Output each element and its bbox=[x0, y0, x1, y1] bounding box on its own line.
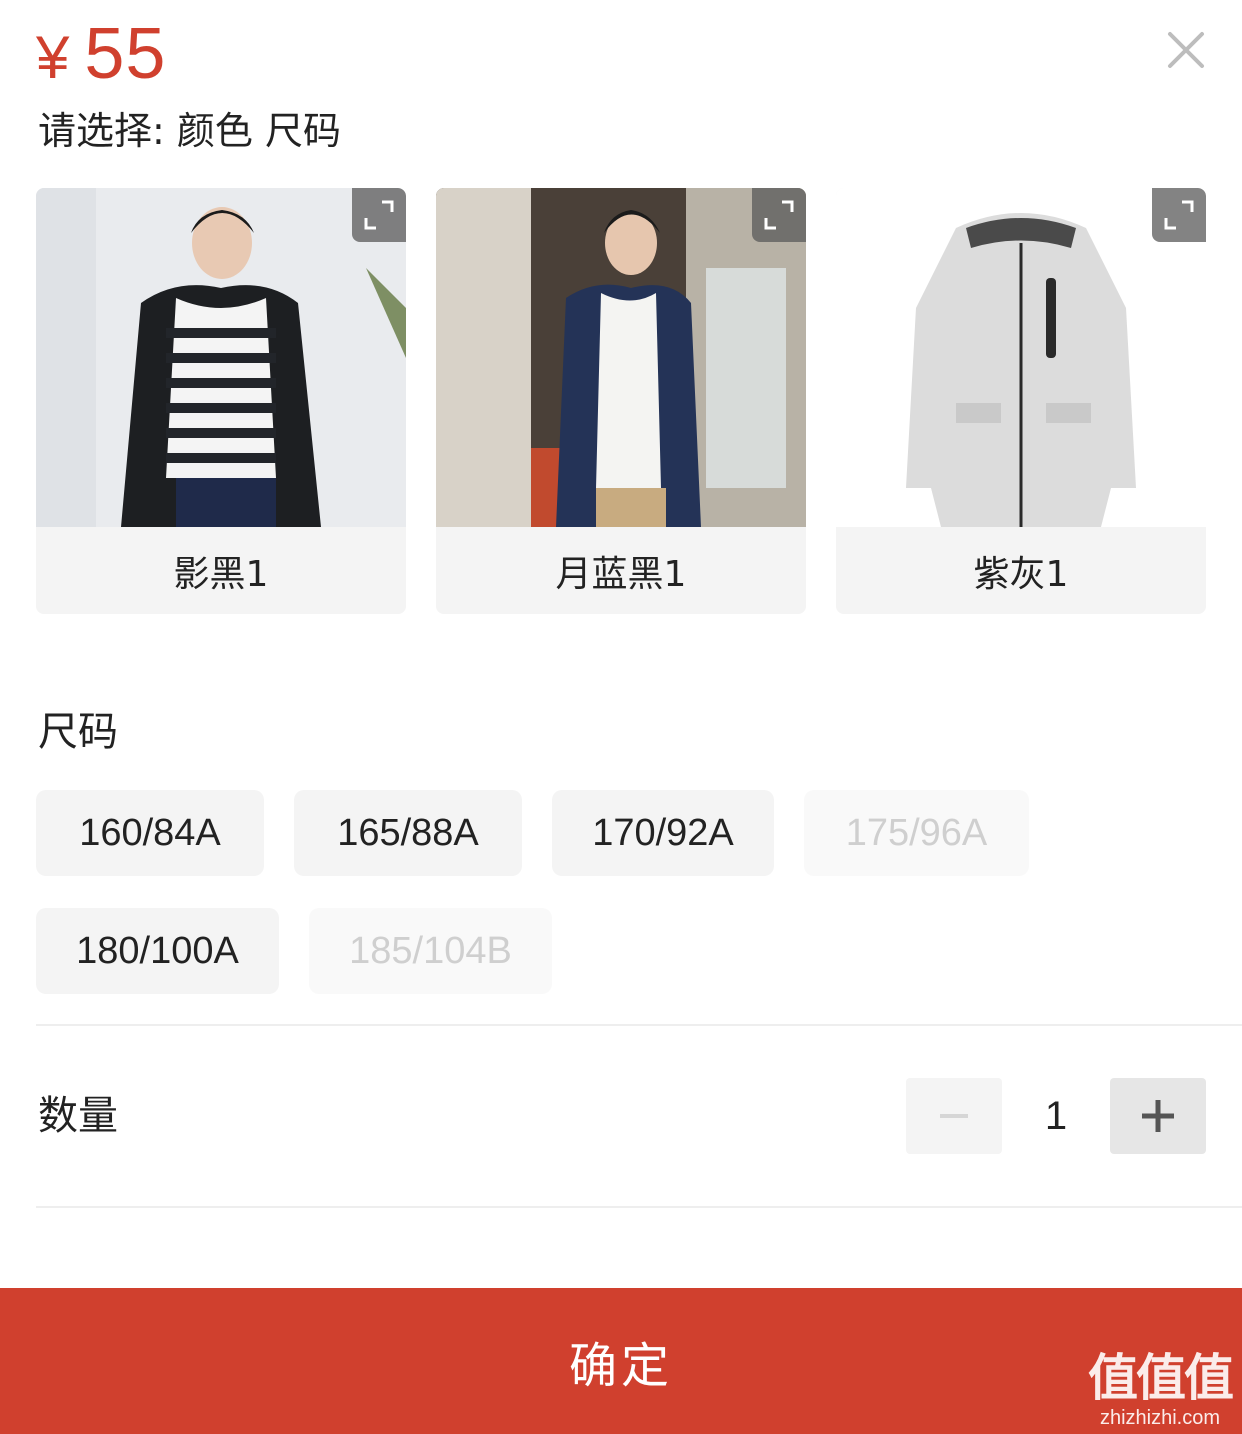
expand-icon bbox=[364, 200, 394, 230]
expand-icon bbox=[764, 200, 794, 230]
divider bbox=[36, 1206, 1242, 1208]
minus-icon bbox=[940, 1114, 968, 1118]
product-image-gray-jacket bbox=[836, 188, 1206, 527]
expand-icon bbox=[1164, 200, 1194, 230]
color-label: 紫灰1 bbox=[836, 527, 1206, 614]
close-button[interactable] bbox=[1158, 22, 1214, 78]
plus-icon bbox=[1142, 1100, 1174, 1132]
size-option-175-96a-disabled: 175/96A bbox=[804, 790, 1029, 876]
quantity-decrease-button[interactable] bbox=[906, 1078, 1002, 1154]
expand-image-button[interactable] bbox=[352, 188, 406, 242]
currency-symbol: ¥ bbox=[36, 24, 71, 91]
quantity-increase-button[interactable] bbox=[1110, 1078, 1206, 1154]
color-option-moon-blue-black[interactable]: 月蓝黑1 bbox=[436, 188, 806, 614]
expand-image-button[interactable] bbox=[752, 188, 806, 242]
confirm-label: 确定 bbox=[568, 1338, 673, 1394]
divider bbox=[36, 1024, 1242, 1026]
size-option-180-100a[interactable]: 180/100A bbox=[36, 908, 279, 994]
watermark: 值值值 zhizhizhi.com bbox=[1088, 1349, 1234, 1430]
color-label: 影黑1 bbox=[36, 527, 406, 614]
product-image-navy-jacket bbox=[436, 188, 806, 527]
confirm-button[interactable]: 确定 bbox=[0, 1288, 1242, 1434]
size-option-165-88a[interactable]: 165/88A bbox=[294, 790, 522, 876]
size-option-160-84a[interactable]: 160/84A bbox=[36, 790, 264, 876]
price-value: 55 bbox=[84, 14, 167, 94]
selection-prompt: 请选择: 颜色 尺码 bbox=[38, 109, 341, 153]
quantity-label: 数量 bbox=[38, 1093, 118, 1139]
quantity-value: 1 bbox=[1044, 1093, 1068, 1138]
close-icon bbox=[1168, 32, 1204, 68]
color-option-purple-gray[interactable]: 紫灰1 bbox=[836, 188, 1206, 614]
product-image-black-jacket bbox=[36, 188, 406, 527]
expand-image-button[interactable] bbox=[1152, 188, 1206, 242]
color-label: 月蓝黑1 bbox=[436, 527, 806, 614]
watermark-url: zhizhizhi.com bbox=[1099, 1407, 1221, 1429]
size-option-170-92a[interactable]: 170/92A bbox=[552, 790, 774, 876]
price: ¥55 bbox=[36, 14, 166, 98]
watermark-logo: 值值值 bbox=[1088, 1349, 1234, 1407]
color-option-shadow-black[interactable]: 影黑1 bbox=[36, 188, 406, 614]
size-section-title: 尺码 bbox=[38, 709, 118, 755]
size-option-185-104b-disabled: 185/104B bbox=[309, 908, 552, 994]
